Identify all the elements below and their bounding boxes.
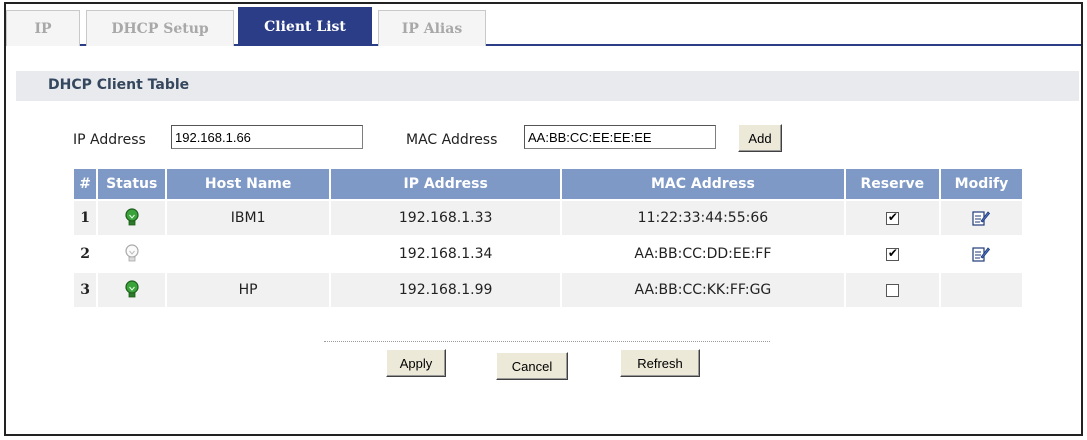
section-title: DHCP Client Table [16, 71, 1079, 101]
reserve-cell [845, 237, 939, 271]
table-row: 2 192.168.1.34 AA:BB:CC:DD:EE:FF [74, 237, 1022, 271]
ip-address-label: IP Address [73, 132, 146, 148]
column-header-reserve: Reserve [845, 169, 939, 199]
cancel-button[interactable]: Cancel [496, 352, 568, 380]
tab-ip[interactable]: IP [6, 10, 80, 46]
host-name-cell: IBM1 [167, 201, 330, 235]
modify-cell [940, 201, 1022, 235]
reserve-checkbox[interactable] [885, 246, 899, 261]
table-header-row: # Status Host Name IP Address MAC Addres… [74, 169, 1022, 199]
reserve-checkbox[interactable] [885, 210, 899, 225]
row-number: 3 [74, 273, 97, 307]
dhcp-client-table: # Status Host Name IP Address MAC Addres… [72, 167, 1024, 309]
column-header-host-name: Host Name [167, 169, 330, 199]
reserve-cell [845, 201, 939, 235]
table-row: 1 IBM1 192.168.1.33 11:22:33:44:55:66 [74, 201, 1022, 235]
edit-icon[interactable] [972, 210, 991, 226]
table-row: 3 HP 192.168.1.99 AA:BB:CC:KK:FF:GG [74, 273, 1022, 307]
ip-address-cell: 192.168.1.34 [331, 237, 561, 271]
tab-client-list[interactable]: Client List [238, 7, 372, 46]
status-cell [98, 273, 166, 307]
row-number: 1 [74, 201, 97, 235]
status-inactive-bulb-icon [124, 244, 140, 262]
status-cell [98, 237, 166, 271]
tab-ip-alias[interactable]: IP Alias [378, 10, 486, 46]
status-active-bulb-icon [124, 208, 140, 226]
column-header-number: # [74, 169, 97, 199]
dhcp-client-list-panel: IP DHCP Setup Client List IP Alias DHCP … [4, 2, 1083, 436]
row-number: 2 [74, 237, 97, 271]
mac-address-cell: AA:BB:CC:DD:EE:FF [562, 237, 844, 271]
ip-address-input[interactable] [171, 125, 363, 149]
host-name-cell [167, 237, 330, 271]
mac-address-cell: 11:22:33:44:55:66 [562, 201, 844, 235]
mac-address-input[interactable] [524, 125, 716, 149]
column-header-ip-address: IP Address [331, 169, 561, 199]
status-active-bulb-icon [124, 280, 140, 298]
column-header-mac-address: MAC Address [562, 169, 844, 199]
column-header-modify: Modify [940, 169, 1022, 199]
add-button[interactable]: Add [738, 124, 782, 152]
divider [324, 341, 770, 342]
apply-button[interactable]: Apply [386, 349, 446, 377]
ip-address-cell: 192.168.1.33 [331, 201, 561, 235]
reserve-cell [845, 273, 939, 307]
mac-address-label: MAC Address [406, 132, 498, 148]
refresh-button[interactable]: Refresh [620, 349, 700, 377]
tab-dhcp-setup[interactable]: DHCP Setup [86, 10, 234, 46]
mac-address-cell: AA:BB:CC:KK:FF:GG [562, 273, 844, 307]
column-header-status: Status [98, 169, 166, 199]
ip-address-cell: 192.168.1.99 [331, 273, 561, 307]
host-name-cell: HP [167, 273, 330, 307]
tab-bar: IP DHCP Setup Client List IP Alias [6, 4, 1081, 46]
reserve-checkbox[interactable] [885, 283, 899, 297]
edit-icon[interactable] [972, 246, 991, 262]
modify-cell [940, 273, 1022, 307]
modify-cell [940, 237, 1022, 271]
status-cell [98, 201, 166, 235]
